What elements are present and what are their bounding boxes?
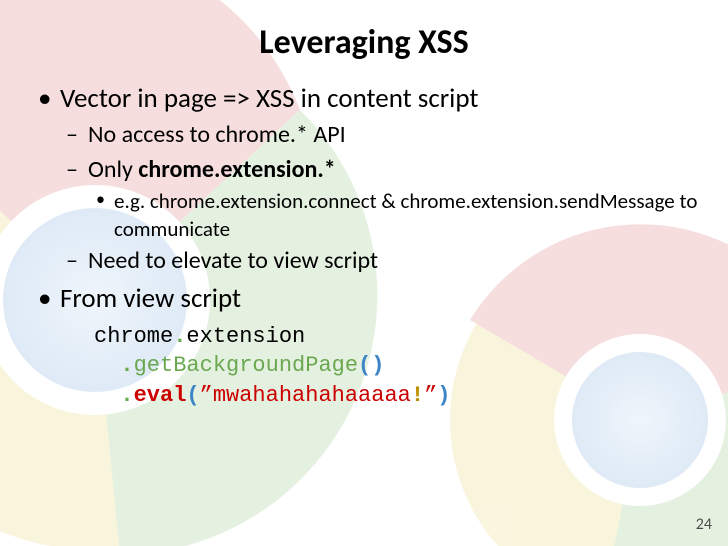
code-token-method: getBackgroundPage <box>134 353 358 378</box>
code-token: chrome <box>94 324 173 349</box>
code-token-paren: ) <box>371 353 384 378</box>
bullet-level2: Need to elevate to view script <box>60 245 698 277</box>
bullet-level1: From view script chrome.extension .getBa… <box>30 281 698 411</box>
code-token-eval: eval <box>134 383 187 408</box>
code-token-dot: . <box>120 353 133 378</box>
bullet-text: Only <box>88 155 138 184</box>
code-token-dot: . <box>120 383 133 408</box>
slide-title: Leveraging XSS <box>30 22 698 63</box>
bullet-text: Need to elevate to view script <box>88 246 378 275</box>
bullet-text: No access to chrome.* API <box>88 120 346 149</box>
bullet-level3: e.g. chrome.extension.connect & chrome.e… <box>88 188 698 243</box>
code-block: chrome.extension .getBackgroundPage() .e… <box>94 322 698 411</box>
bullet-level2: No access to chrome.* API <box>60 119 698 151</box>
bullet-text-bold: chrome.extension.* <box>138 155 335 184</box>
code-token-paren: ) <box>437 383 450 408</box>
code-token: extension <box>186 324 305 349</box>
page-number: 24 <box>696 515 712 534</box>
bullet-text: e.g. chrome.extension.connect & chrome.e… <box>114 188 697 241</box>
code-token-paren: ( <box>358 353 371 378</box>
code-token-bang: ! <box>411 383 424 408</box>
code-token-string: ” <box>424 383 437 408</box>
code-token-dot: . <box>173 324 186 349</box>
code-token-paren: ( <box>186 383 199 408</box>
bullet-level1: Vector in page => XSS in content script … <box>30 81 698 277</box>
bullet-text: Vector in page => XSS in content script <box>60 82 478 115</box>
code-token-string: ”mwahahahahaaaaa <box>200 383 411 408</box>
bullet-list: Vector in page => XSS in content script … <box>30 81 698 411</box>
bullet-level2: Only chrome.extension.* e.g. chrome.exte… <box>60 154 698 243</box>
slide: Leveraging XSS Vector in page => XSS in … <box>0 0 728 546</box>
bullet-text: From view script <box>60 282 241 315</box>
